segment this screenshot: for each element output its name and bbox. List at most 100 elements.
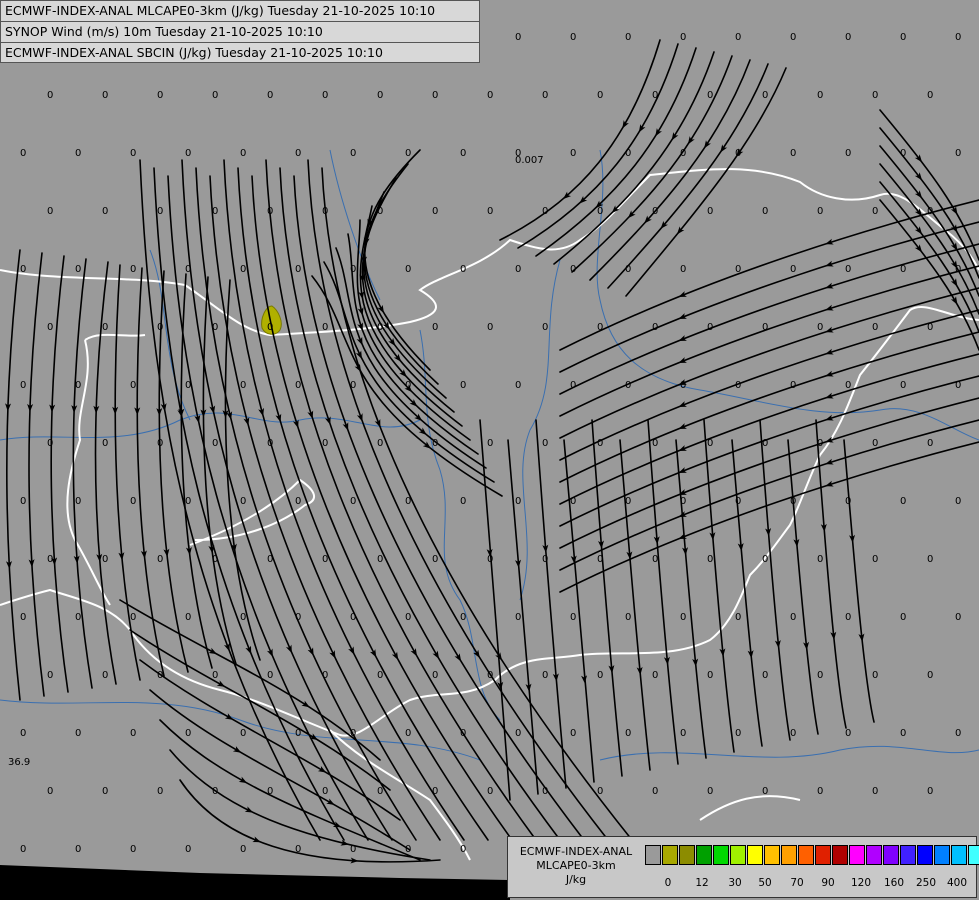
cin-value-label: 0	[240, 496, 246, 507]
cin-value-label: 0	[845, 380, 851, 391]
cin-value-label: 0	[20, 380, 26, 391]
cin-value-label: 0	[680, 728, 686, 739]
cin-value-label: 0	[102, 322, 108, 333]
cin-value-label: 0	[817, 670, 823, 681]
cin-value-label: 0	[185, 728, 191, 739]
cin-value-label: 0	[570, 264, 576, 275]
cin-value-label: 0	[102, 786, 108, 797]
legend-swatch	[883, 845, 899, 865]
cin-value-label: 0	[185, 380, 191, 391]
cin-value-label-special: 0.007	[515, 155, 544, 166]
cin-value-label: 0	[872, 438, 878, 449]
cin-value-label: 0	[377, 322, 383, 333]
cin-value-label: 0	[762, 786, 768, 797]
cin-value-label: 0	[295, 612, 301, 623]
cin-value-label: 0	[130, 264, 136, 275]
cin-value-label: 0	[130, 844, 136, 855]
cin-value-label: 0	[432, 786, 438, 797]
cin-value-label: 0	[900, 496, 906, 507]
cin-value-label: 0	[542, 322, 548, 333]
cin-value-label: 0	[212, 322, 218, 333]
cin-value-label: 0	[432, 206, 438, 217]
legend-swatch	[781, 845, 797, 865]
cin-value-label: 0	[625, 264, 631, 275]
legend-swatch	[849, 845, 865, 865]
cin-value-label: 0	[322, 90, 328, 101]
cin-value-label: 0	[377, 206, 383, 217]
cin-value-label: 0	[900, 612, 906, 623]
cin-value-label: 0	[762, 438, 768, 449]
cin-value-label: 0	[487, 206, 493, 217]
cin-value-label: 0	[955, 264, 961, 275]
cin-value-label: 0	[487, 554, 493, 565]
cin-value-label: 0	[680, 32, 686, 43]
cin-value-label: 0	[515, 380, 521, 391]
legend-swatch	[713, 845, 729, 865]
cin-value-label: 0	[47, 786, 53, 797]
cin-value-label: 0	[955, 32, 961, 43]
cin-value-label: 0	[927, 670, 933, 681]
cin-value-label: 0	[240, 728, 246, 739]
header-line-cin: ECMWF-INDEX-ANAL SBCIN (J/kg) Tuesday 21…	[5, 45, 383, 60]
cin-value-label: 0	[130, 612, 136, 623]
legend-swatch	[866, 845, 882, 865]
cin-value-label: 0	[845, 496, 851, 507]
cin-value-label: 0	[900, 32, 906, 43]
cin-value-label: 0	[515, 728, 521, 739]
cin-value-label: 0	[487, 438, 493, 449]
cin-value-label: 0	[350, 380, 356, 391]
cin-value-label: 0	[47, 322, 53, 333]
cin-value-label: 0	[652, 554, 658, 565]
cin-value-label: 0	[212, 786, 218, 797]
cin-value-label: 0	[652, 206, 658, 217]
cin-value-label: 0	[157, 670, 163, 681]
cin-value-label: 0	[157, 438, 163, 449]
legend-swatch	[900, 845, 916, 865]
cin-value-label: 0	[955, 496, 961, 507]
cin-value-label: 0	[47, 206, 53, 217]
cin-value-label: 0	[955, 728, 961, 739]
cin-value-label: 0	[597, 90, 603, 101]
cin-value-label: 0	[267, 786, 273, 797]
cin-value-label: 0	[735, 148, 741, 159]
cin-value-label: 0	[570, 728, 576, 739]
cin-value-label: 0	[212, 90, 218, 101]
cin-value-label: 0	[212, 206, 218, 217]
legend-tick-label: 50	[758, 877, 772, 889]
cin-value-label: 0	[460, 612, 466, 623]
cin-value-label: 0	[47, 670, 53, 681]
cin-value-label: 0	[350, 264, 356, 275]
cin-value-label: 0	[542, 90, 548, 101]
cin-value-label: 0	[872, 90, 878, 101]
cin-value-label: 0	[597, 206, 603, 217]
cin-value-label: 0	[102, 438, 108, 449]
cin-value-label: 0	[790, 32, 796, 43]
cin-value-label: 0	[735, 380, 741, 391]
legend-swatch	[798, 845, 814, 865]
cin-value-label: 0	[652, 90, 658, 101]
cin-value-label: 0	[625, 728, 631, 739]
cin-value-label: 0	[240, 844, 246, 855]
legend-tick-label: 160	[883, 877, 905, 889]
legend-swatch	[764, 845, 780, 865]
cin-value-label: 0	[707, 554, 713, 565]
cin-value-label: 0	[405, 728, 411, 739]
cin-value-label: 0	[75, 728, 81, 739]
cin-value-label: 0	[157, 322, 163, 333]
legend-swatch	[951, 845, 967, 865]
cin-value-label: 0	[817, 554, 823, 565]
cin-value-label: 0	[542, 670, 548, 681]
cin-value-label: 0	[625, 32, 631, 43]
cin-value-label: 0	[707, 90, 713, 101]
cin-value-label: 0	[735, 32, 741, 43]
cin-value-label: 0	[75, 612, 81, 623]
cin-value-label: 0	[185, 264, 191, 275]
cin-value-label: 0	[927, 554, 933, 565]
cin-value-label: 0	[185, 612, 191, 623]
cin-value-label: 0	[20, 612, 26, 623]
cin-value-label: 0	[762, 554, 768, 565]
cin-value-label: 0	[295, 496, 301, 507]
cin-value-label: 0	[377, 554, 383, 565]
cin-value-label: 0	[845, 612, 851, 623]
cin-value-label: 0	[240, 148, 246, 159]
